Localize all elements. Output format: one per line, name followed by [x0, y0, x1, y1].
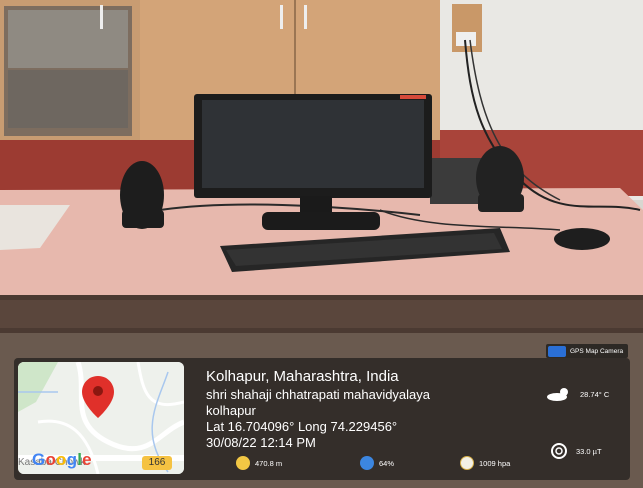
google-logo: Google [32, 450, 92, 469]
altitude-value: 470.8 m [255, 458, 283, 468]
location-place-city: kolhapur [206, 403, 256, 418]
humidity-value: 64% [379, 458, 395, 468]
photo-scene: GPS Map Camera Kasaba Chowk Google 166 K… [0, 0, 643, 488]
pressure-value: 1009 hpa [479, 458, 511, 468]
pressure-stat: 1009 hpa [460, 456, 510, 470]
pressure-gauge-icon [460, 456, 474, 470]
altitude-icon [236, 456, 250, 470]
temperature-value: 28.74° C [580, 389, 610, 399]
magnet-icon [551, 443, 567, 459]
map-thumbnail: Kasaba Chowk Google 166 [18, 362, 184, 474]
humidity-stat: 64% [360, 456, 394, 470]
cloud-sun-icon [547, 388, 568, 401]
location-coordinates: Lat 16.704096° Long 74.229456° [206, 419, 398, 434]
magnetic-value: 33.0 µT [576, 446, 602, 456]
location-info: Kolhapur, Maharashtra, India shri shahaj… [206, 368, 430, 451]
road-number-badge: 166 [142, 456, 172, 470]
magnetic-stat: 33.0 µT [550, 443, 602, 459]
gps-camera-icon [548, 345, 566, 357]
location-datetime: 30/08/22 12:14 PM [206, 435, 316, 450]
gps-map-camera-badge: GPS Map Camera [546, 344, 628, 358]
location-city: Kolhapur, Maharashtra, India [206, 368, 399, 385]
humidity-icon [360, 456, 374, 470]
temperature-stat: 28.74° C [546, 386, 609, 402]
location-place: shri shahaji chhatrapati mahavidyalaya [206, 387, 431, 402]
altitude-stat: 470.8 m [236, 456, 282, 470]
gps-badge-label: GPS Map Camera [570, 347, 624, 355]
